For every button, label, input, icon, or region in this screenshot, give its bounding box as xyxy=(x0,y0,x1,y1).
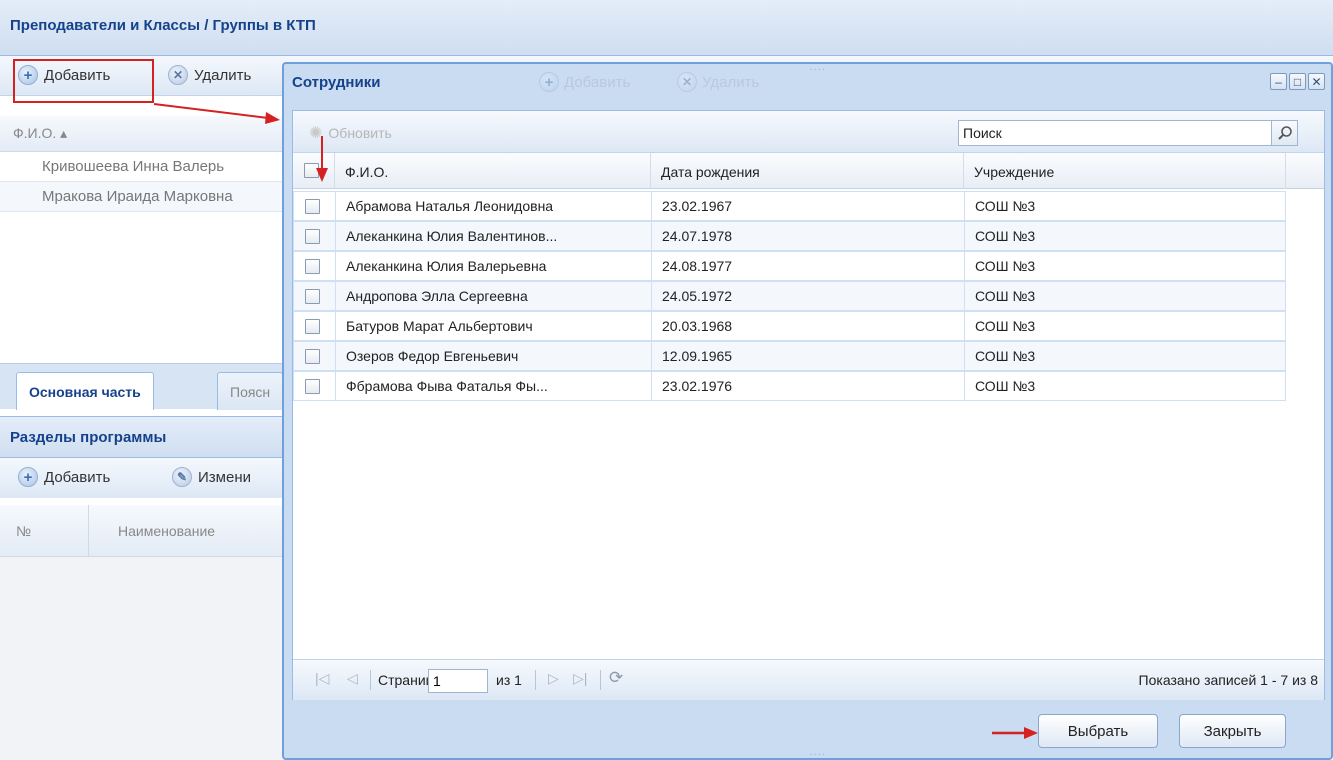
arrow-to-dialog xyxy=(153,103,280,124)
arrow-to-select-all xyxy=(316,136,328,182)
arrow-to-select-button xyxy=(992,727,1038,739)
annotation-arrows xyxy=(153,103,1038,739)
